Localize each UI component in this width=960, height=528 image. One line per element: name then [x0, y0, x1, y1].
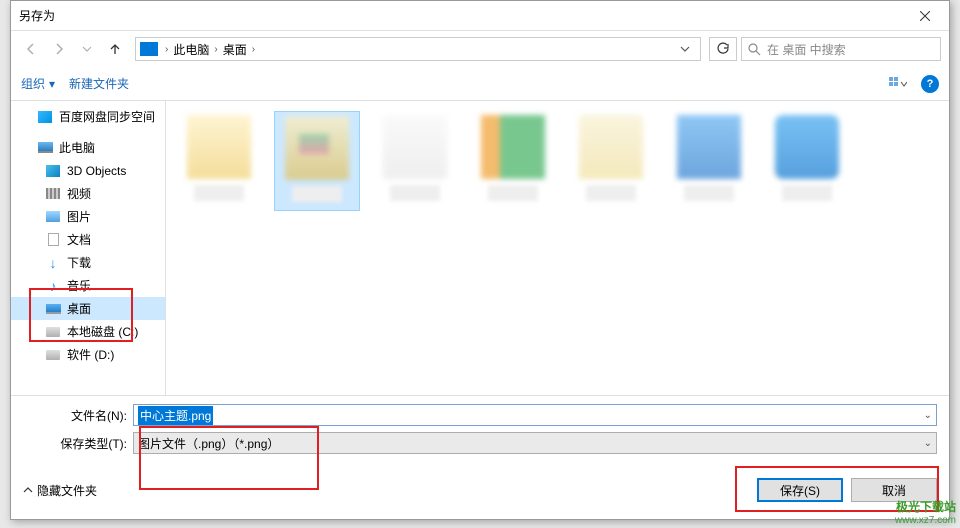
new-folder-button[interactable]: 新建文件夹	[69, 75, 129, 92]
arrow-up-icon	[108, 42, 122, 56]
nav-forward[interactable]	[47, 37, 71, 61]
file-item[interactable]	[176, 111, 262, 211]
filetype-label: 保存类型(T):	[23, 435, 133, 452]
breadcrumb-dropdown[interactable]	[674, 44, 696, 54]
filename-input[interactable]: 中心主题.png ⌄	[133, 404, 937, 426]
file-item[interactable]	[568, 111, 654, 211]
filename-label: 文件名(N):	[23, 407, 133, 424]
close-button[interactable]	[902, 2, 947, 30]
sidebar-item-pictures[interactable]: 图片	[11, 205, 165, 228]
footer: 隐藏文件夹 保存(S) 取消	[11, 470, 949, 510]
nav-up[interactable]	[103, 37, 127, 61]
search-icon	[748, 43, 761, 56]
disk-icon	[46, 327, 60, 337]
sidebar-item-downloads[interactable]: ↓下载	[11, 251, 165, 274]
document-icon	[48, 233, 59, 246]
nav-recent[interactable]	[75, 37, 99, 61]
desktop-icon	[46, 304, 61, 314]
sidebar-item-pc[interactable]: 此电脑	[11, 136, 165, 159]
arrow-left-icon	[24, 42, 38, 56]
breadcrumb-item[interactable]: 此电脑	[173, 41, 209, 58]
grid-icon	[889, 77, 907, 91]
sidebar-item-video[interactable]: 视频	[11, 182, 165, 205]
filename-value: 中心主题.png	[138, 406, 213, 425]
chevron-up-icon	[23, 485, 33, 495]
sidebar-item-desktop[interactable]: 桌面	[11, 297, 165, 320]
save-button[interactable]: 保存(S)	[757, 478, 843, 502]
filetype-select[interactable]: 图片文件（.png）（*.png） ⌄	[133, 432, 937, 454]
bottom-panel: 文件名(N): 中心主题.png ⌄ 保存类型(T): 图片文件（.png）（*…	[11, 395, 949, 470]
3d-icon	[46, 165, 60, 177]
titlebar: 另存为	[11, 1, 949, 31]
chevron-down-icon	[82, 44, 92, 54]
chevron-down-icon	[680, 44, 690, 54]
sidebar-item-music[interactable]: ♪音乐	[11, 274, 165, 297]
save-as-dialog: 另存为 › 此电脑 › 桌面 › 在 桌面 中搜索 组织 ▾ 新建文件夹	[10, 0, 950, 520]
sidebar-item-disk-c[interactable]: 本地磁盘 (C:)	[11, 320, 165, 343]
breadcrumb[interactable]: › 此电脑 › 桌面 ›	[135, 37, 701, 61]
image-icon	[46, 211, 60, 222]
search-input[interactable]: 在 桌面 中搜索	[741, 37, 941, 61]
help-button[interactable]: ?	[921, 75, 939, 93]
file-item[interactable]	[274, 111, 360, 211]
toolbar: 组织 ▾ 新建文件夹 ?	[11, 67, 949, 101]
sidebar-item-disk-d[interactable]: 软件 (D:)	[11, 343, 165, 366]
arrow-right-icon	[52, 42, 66, 56]
breadcrumb-item[interactable]: 桌面	[223, 41, 247, 58]
caret-down-icon: ▾	[49, 77, 55, 91]
music-icon: ♪	[45, 279, 61, 293]
file-grid[interactable]	[166, 101, 949, 395]
disk-icon	[46, 350, 60, 360]
chevron-right-icon: ›	[249, 44, 258, 55]
organize-menu[interactable]: 组织 ▾	[21, 75, 55, 92]
sidebar-item-documents[interactable]: 文档	[11, 228, 165, 251]
dialog-body: 百度网盘同步空间 此电脑 3D Objects 视频 图片 文档 ↓下载 ♪音乐…	[11, 101, 949, 395]
video-icon	[46, 188, 60, 199]
file-item[interactable]	[372, 111, 458, 211]
chevron-right-icon: ›	[162, 44, 171, 55]
chevron-right-icon: ›	[211, 44, 220, 55]
pc-icon	[140, 42, 158, 56]
chevron-down-icon[interactable]: ⌄	[924, 438, 932, 449]
sidebar[interactable]: 百度网盘同步空间 此电脑 3D Objects 视频 图片 文档 ↓下载 ♪音乐…	[11, 101, 166, 395]
filetype-value: 图片文件（.png）（*.png）	[138, 435, 279, 452]
file-item[interactable]	[470, 111, 556, 211]
sidebar-item-3d[interactable]: 3D Objects	[11, 159, 165, 182]
dialog-title: 另存为	[19, 7, 55, 24]
file-item[interactable]	[666, 111, 752, 211]
sidebar-item-baidu[interactable]: 百度网盘同步空间	[11, 105, 165, 128]
hide-folders-toggle[interactable]: 隐藏文件夹	[23, 482, 97, 499]
cancel-button[interactable]: 取消	[851, 478, 937, 502]
pc-icon	[38, 142, 53, 153]
close-icon	[920, 11, 930, 21]
file-item[interactable]	[764, 111, 850, 211]
download-icon: ↓	[45, 256, 61, 270]
chevron-down-icon[interactable]: ⌄	[924, 410, 932, 421]
nav-bar: › 此电脑 › 桌面 › 在 桌面 中搜索	[11, 31, 949, 67]
refresh-icon	[716, 42, 730, 56]
refresh-button[interactable]	[709, 37, 737, 61]
cloud-icon	[38, 111, 52, 123]
view-mode-button[interactable]	[887, 75, 909, 93]
nav-back[interactable]	[19, 37, 43, 61]
search-placeholder: 在 桌面 中搜索	[767, 41, 846, 58]
